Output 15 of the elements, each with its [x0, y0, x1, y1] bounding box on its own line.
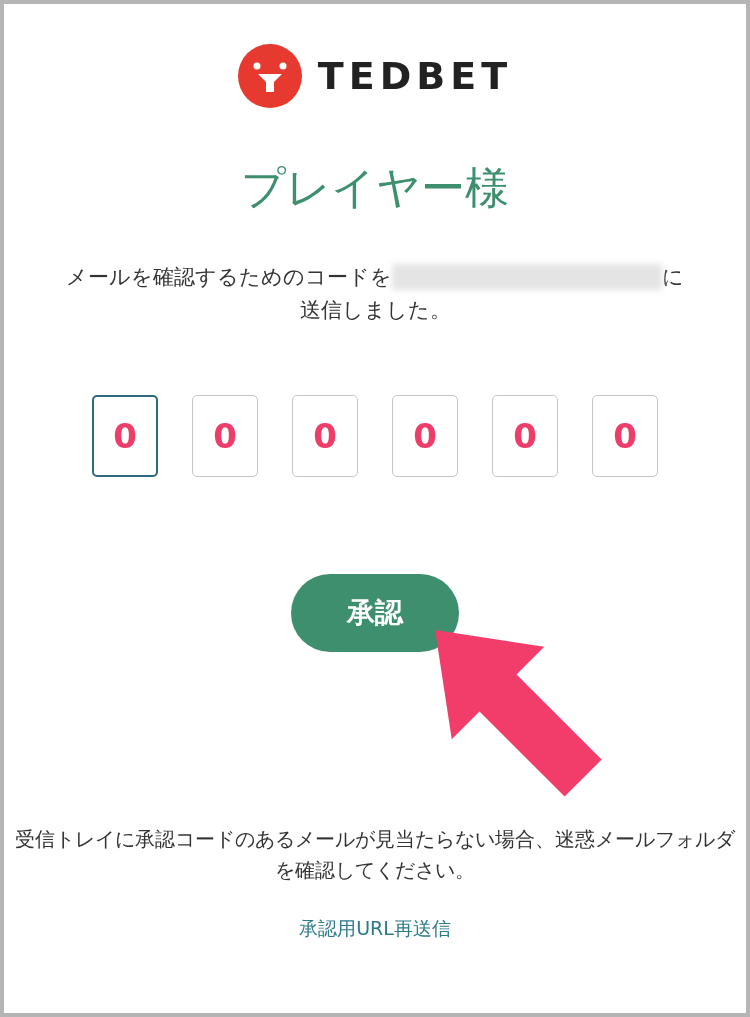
resend-link[interactable]: 承認用URL再送信 — [299, 913, 451, 943]
code-field[interactable]: 0 — [192, 394, 258, 477]
page-title: プレイヤー様 — [241, 162, 509, 215]
code-field[interactable]: 0 — [292, 394, 358, 477]
code-field[interactable]: 0 — [492, 394, 558, 477]
notice-text: 受信トレイに承認コードのあるメールが見当たらない場合、迷惑メールフォルダを確認してください。 — [14, 825, 737, 884]
code-field[interactable]: 0 — [92, 394, 158, 477]
code-field[interactable]: 0 — [392, 394, 458, 477]
approve-button[interactable]: 承認 — [291, 573, 459, 652]
message-text: に — [662, 263, 684, 291]
logo-text: TEDBET — [317, 52, 513, 100]
code-field[interactable]: 0 — [592, 394, 658, 477]
message-text: メールを確認するためのコードを — [66, 263, 392, 291]
bear-logo-icon — [237, 44, 302, 108]
message-text: 送信しました。 — [299, 297, 451, 322]
